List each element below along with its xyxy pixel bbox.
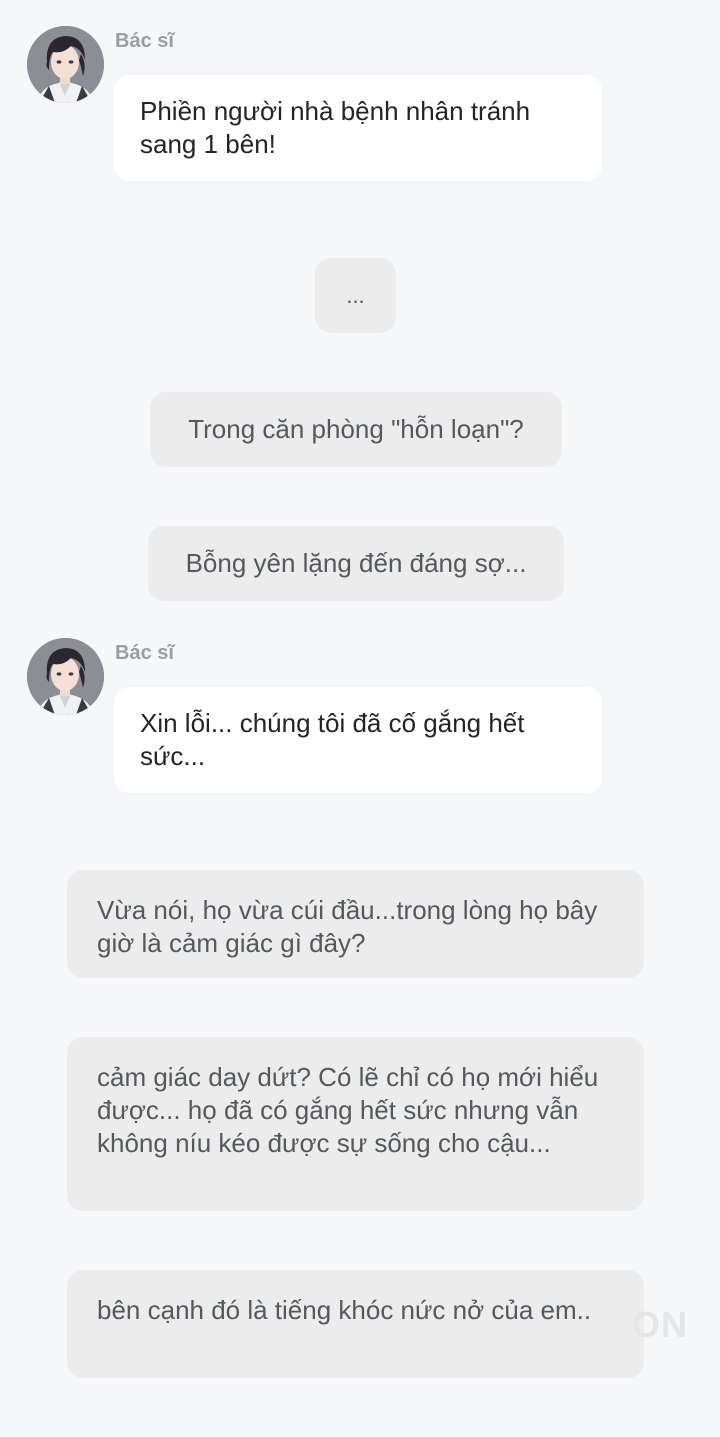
- speech-bubble: Xin lỗi... chúng tôi đã cố gắng hết sức.…: [114, 687, 602, 793]
- message-text: Xin lỗi... chúng tôi đã cố gắng hết sức.…: [140, 708, 525, 771]
- message-text: cảm giác day dứt? Có lẽ chỉ có họ mới hi…: [97, 1062, 599, 1158]
- message-text: bên cạnh đó là tiếng khóc nức nở của em.…: [97, 1295, 592, 1325]
- watermark: ON: [632, 1304, 688, 1345]
- message-text: Phiền người nhà bệnh nhân tránh sang 1 b…: [140, 96, 531, 159]
- message-text: Bỗng yên lặng đến đáng sợ...: [185, 548, 527, 578]
- doctor-avatar-icon[interactable]: [27, 638, 104, 715]
- speaker-name: Bác sĩ: [115, 30, 174, 52]
- message-text: Trong căn phòng "hỗn loạn"?: [188, 414, 524, 444]
- narration-bubble: Trong căn phòng "hỗn loạn"?: [150, 392, 562, 467]
- narration-bubble: Vừa nói, họ vừa cúi đầu...trong lòng họ …: [67, 870, 644, 978]
- narration-bubble: ...: [315, 258, 396, 333]
- narration-bubble: bên cạnh đó là tiếng khóc nức nở của em.…: [67, 1270, 644, 1378]
- narration-bubble: cảm giác day dứt? Có lẽ chỉ có họ mới hi…: [67, 1037, 644, 1211]
- speech-bubble: Phiền người nhà bệnh nhân tránh sang 1 b…: [114, 75, 602, 181]
- doctor-avatar-icon[interactable]: [27, 26, 104, 103]
- speaker-name: Bác sĩ: [115, 642, 174, 664]
- message-text: ...: [346, 283, 365, 308]
- narration-bubble: Bỗng yên lặng đến đáng sợ...: [148, 526, 564, 601]
- message-text: Vừa nói, họ vừa cúi đầu...trong lòng họ …: [97, 895, 598, 958]
